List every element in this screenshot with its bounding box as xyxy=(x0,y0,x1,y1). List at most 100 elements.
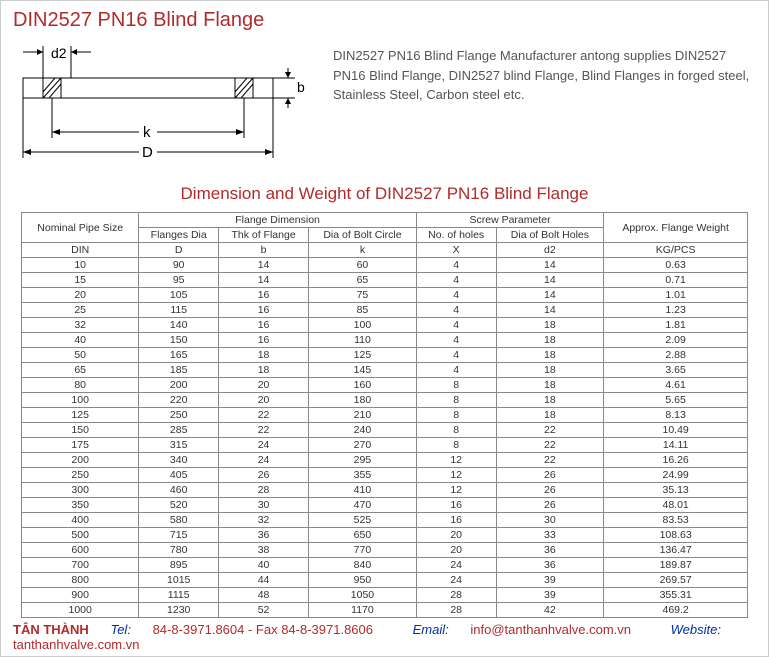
table-cell: 80 xyxy=(22,378,139,393)
table-cell: 4 xyxy=(416,348,496,363)
table-cell: 1115 xyxy=(139,588,219,603)
table-cell: 28 xyxy=(416,588,496,603)
email-value[interactable]: info@tanthanhvalve.com.vn xyxy=(470,622,631,637)
table-cell: 1050 xyxy=(309,588,417,603)
table-cell: 14 xyxy=(219,273,309,288)
table-cell: 14.11 xyxy=(604,438,748,453)
table-cell: 24.99 xyxy=(604,468,748,483)
table-cell: 10.49 xyxy=(604,423,748,438)
table-cell: 180 xyxy=(309,393,417,408)
table-cell: 185 xyxy=(139,363,219,378)
table-cell: 16 xyxy=(219,303,309,318)
table-cell: 800 xyxy=(22,573,139,588)
table-cell: 269.57 xyxy=(604,573,748,588)
table-cell: 12 xyxy=(416,483,496,498)
table-cell: 75 xyxy=(309,288,417,303)
table-cell: 4 xyxy=(416,258,496,273)
hdr-npsize: Nominal Pipe Size xyxy=(22,213,139,243)
table-cell: 189.87 xyxy=(604,558,748,573)
table-row: 700895408402436189.87 xyxy=(22,558,748,573)
hdr-noholes: No. of holes xyxy=(416,228,496,243)
top-section: d2 b xyxy=(1,36,768,170)
table-cell: 650 xyxy=(309,528,417,543)
table-cell: 26 xyxy=(496,468,604,483)
table-cell: 36 xyxy=(496,543,604,558)
table-cell: 83.53 xyxy=(604,513,748,528)
table-cell: 405 xyxy=(139,468,219,483)
table-cell: 26 xyxy=(496,498,604,513)
table-cell: 18 xyxy=(496,318,604,333)
table-cell: 200 xyxy=(139,378,219,393)
table-cell: 95 xyxy=(139,273,219,288)
hdr-D: D xyxy=(139,243,219,258)
table-cell: 22 xyxy=(496,438,604,453)
table-cell: 18 xyxy=(496,393,604,408)
table-cell: 469.2 xyxy=(604,603,748,618)
table-cell: 125 xyxy=(309,348,417,363)
table-cell: 15 xyxy=(22,273,139,288)
table-cell: 85 xyxy=(309,303,417,318)
table-cell: 840 xyxy=(309,558,417,573)
table-body: 109014604140.63159514654140.712010516754… xyxy=(22,258,748,618)
table-cell: 4 xyxy=(416,273,496,288)
table-cell: 5.65 xyxy=(604,393,748,408)
table-cell: 42 xyxy=(496,603,604,618)
table-cell: 26 xyxy=(219,468,309,483)
table-cell: 8 xyxy=(416,378,496,393)
table-cell: 580 xyxy=(139,513,219,528)
hdr-flangedim: Flange Dimension xyxy=(139,213,416,228)
table-cell: 4.61 xyxy=(604,378,748,393)
table-cell: 4 xyxy=(416,318,496,333)
table-row: 30046028410122635.13 xyxy=(22,483,748,498)
b-label: b xyxy=(297,79,305,95)
table-cell: 150 xyxy=(22,423,139,438)
k-label: k xyxy=(143,124,151,141)
table-cell: 16 xyxy=(219,318,309,333)
table-cell: 35.13 xyxy=(604,483,748,498)
table-cell: 18 xyxy=(496,363,604,378)
table-cell: 39 xyxy=(496,588,604,603)
web-label: Website: xyxy=(671,622,721,637)
table-cell: 0.63 xyxy=(604,258,748,273)
table-cell: 145 xyxy=(309,363,417,378)
table-cell: 0.71 xyxy=(604,273,748,288)
table-cell: 2.09 xyxy=(604,333,748,348)
table-cell: 65 xyxy=(309,273,417,288)
table-row: 40058032525163083.53 xyxy=(22,513,748,528)
table-cell: 470 xyxy=(309,498,417,513)
table-cell: 520 xyxy=(139,498,219,513)
table-cell: 895 xyxy=(139,558,219,573)
web-value[interactable]: tanthanhvalve.com.vn xyxy=(13,637,139,652)
table-cell: 14 xyxy=(496,258,604,273)
table-cell: 460 xyxy=(139,483,219,498)
table-row: 35052030470162648.01 xyxy=(22,498,748,513)
table-cell: 600 xyxy=(22,543,139,558)
table-cell: 3.65 xyxy=(604,363,748,378)
table-cell: 100 xyxy=(309,318,417,333)
table-cell: 8 xyxy=(416,408,496,423)
table-cell: 136.47 xyxy=(604,543,748,558)
table-cell: 160 xyxy=(309,378,417,393)
table-cell: 18 xyxy=(496,348,604,363)
table-cell: 8 xyxy=(416,438,496,453)
table-cell: 20 xyxy=(219,393,309,408)
table-row: 600780387702036136.47 xyxy=(22,543,748,558)
table-cell: 22 xyxy=(219,423,309,438)
page-title: DIN2527 PN16 Blind Flange xyxy=(1,1,768,36)
table-row: 159514654140.71 xyxy=(22,273,748,288)
table-cell: 8 xyxy=(416,423,496,438)
table-cell: 40 xyxy=(22,333,139,348)
table-cell: 36 xyxy=(496,558,604,573)
hdr-thk: Thk of Flange xyxy=(219,228,309,243)
table-cell: 48.01 xyxy=(604,498,748,513)
table-row: 65185181454183.65 xyxy=(22,363,748,378)
table-cell: 52 xyxy=(219,603,309,618)
table-cell: 295 xyxy=(309,453,417,468)
table-cell: 4 xyxy=(416,333,496,348)
table-cell: 24 xyxy=(416,573,496,588)
hdr-d2: d2 xyxy=(496,243,604,258)
table-cell: 700 xyxy=(22,558,139,573)
table-row: 1753152427082214.11 xyxy=(22,438,748,453)
table-cell: 2.88 xyxy=(604,348,748,363)
table-cell: 355.31 xyxy=(604,588,748,603)
